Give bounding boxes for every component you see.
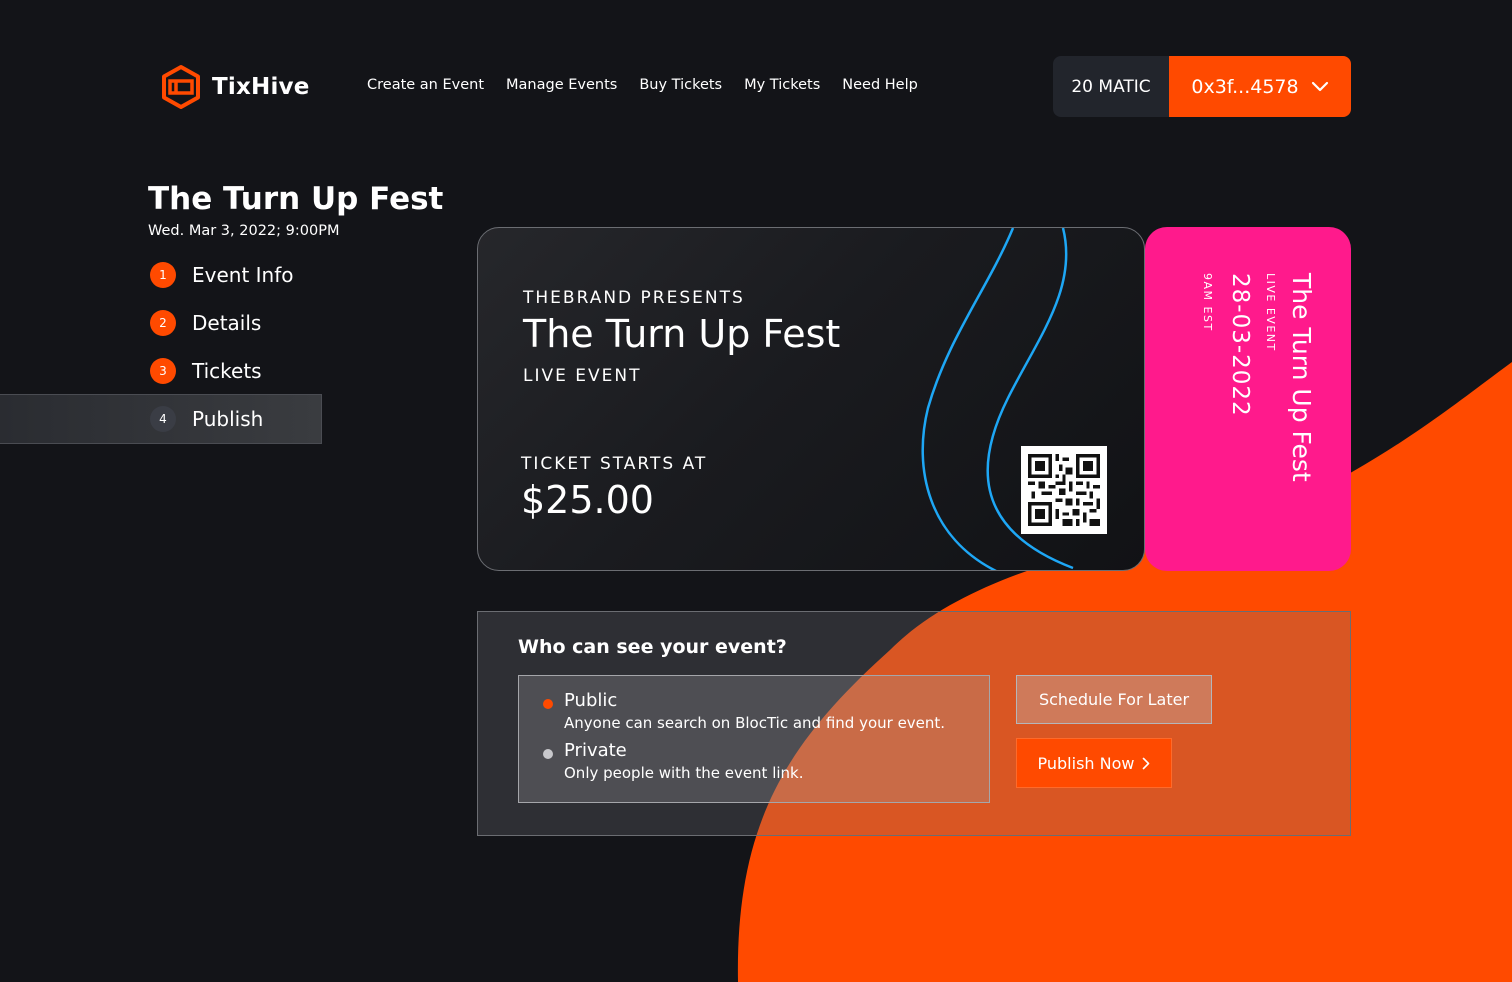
chevron-right-icon — [1143, 757, 1150, 769]
option-label: Public — [564, 690, 618, 711]
publish-now-button[interactable]: Publish Now — [1016, 738, 1172, 788]
nav-create-event[interactable]: Create an Event — [367, 77, 484, 93]
radio-selected-icon[interactable] — [543, 699, 553, 709]
step-details[interactable]: 2 Details — [0, 298, 322, 348]
ticket-stub: The Turn Up Fest LIVE EVENT 28-03-2022 9… — [1145, 227, 1351, 571]
logo[interactable]: TixHive — [160, 64, 310, 110]
ticket-event-name: The Turn Up Fest — [523, 312, 841, 356]
option-description: Anyone can search on BlocTic and find yo… — [564, 714, 946, 732]
step-tickets[interactable]: 3 Tickets — [0, 346, 322, 396]
stub-event-type: LIVE EVENT — [1264, 273, 1277, 352]
option-description: Only people with the event link. — [564, 764, 804, 782]
step-number: 4 — [150, 406, 176, 432]
wallet-address: 0x3f...4578 — [1191, 75, 1299, 98]
ticket-presents: THEBRAND PRESENTS — [523, 288, 745, 308]
qr-code — [1021, 446, 1107, 534]
ticket-event-type: LIVE EVENT — [523, 366, 642, 386]
stub-event-date: 28-03-2022 — [1227, 273, 1253, 417]
step-number: 3 — [150, 358, 176, 384]
hexagon-ticket-icon — [162, 65, 200, 109]
ticket-price: $25.00 — [521, 478, 654, 522]
brand-name: TixHive — [212, 74, 310, 100]
ticket-preview: THEBRAND PRESENTS The Turn Up Fest LIVE … — [477, 227, 1145, 571]
nav-need-help[interactable]: Need Help — [842, 77, 918, 93]
ticket-price-label: TICKET STARTS AT — [521, 454, 708, 474]
visibility-title: Who can see your event? — [518, 636, 787, 658]
chevron-down-icon — [1311, 81, 1328, 91]
visibility-panel: Who can see your event? Public Anyone ca… — [477, 611, 1351, 836]
nav-buy-tickets[interactable]: Buy Tickets — [639, 77, 722, 93]
schedule-later-button[interactable]: Schedule For Later — [1016, 675, 1212, 724]
wallet-account-button[interactable]: 0x3f...4578 — [1169, 56, 1351, 117]
step-label: Publish — [192, 407, 264, 431]
nav-manage-events[interactable]: Manage Events — [506, 77, 617, 93]
stub-event-name: The Turn Up Fest — [1287, 273, 1316, 482]
step-number: 2 — [150, 310, 176, 336]
qr-code-icon — [1028, 454, 1100, 526]
event-date: Wed. Mar 3, 2022; 9:00PM — [148, 223, 340, 239]
step-publish[interactable]: 4 Publish — [0, 394, 322, 444]
radio-unselected-icon[interactable] — [543, 749, 553, 759]
visibility-options: Public Anyone can search on BlocTic and … — [518, 675, 990, 803]
wallet-balance: 20 MATIC — [1053, 56, 1169, 117]
main-nav: Create an Event Manage Events Buy Ticket… — [367, 77, 918, 93]
publish-now-label: Publish Now — [1037, 753, 1135, 773]
event-title: The Turn Up Fest — [148, 181, 444, 217]
nav-my-tickets[interactable]: My Tickets — [744, 77, 820, 93]
option-label: Private — [564, 740, 627, 761]
step-number: 1 — [150, 262, 176, 288]
step-label: Event Info — [192, 263, 294, 287]
step-label: Tickets — [192, 359, 262, 383]
step-event-info[interactable]: 1 Event Info — [0, 250, 322, 300]
stub-event-time: 9AM EST — [1201, 273, 1214, 332]
wallet-widget: 20 MATIC 0x3f...4578 — [1053, 56, 1351, 117]
step-label: Details — [192, 311, 262, 335]
